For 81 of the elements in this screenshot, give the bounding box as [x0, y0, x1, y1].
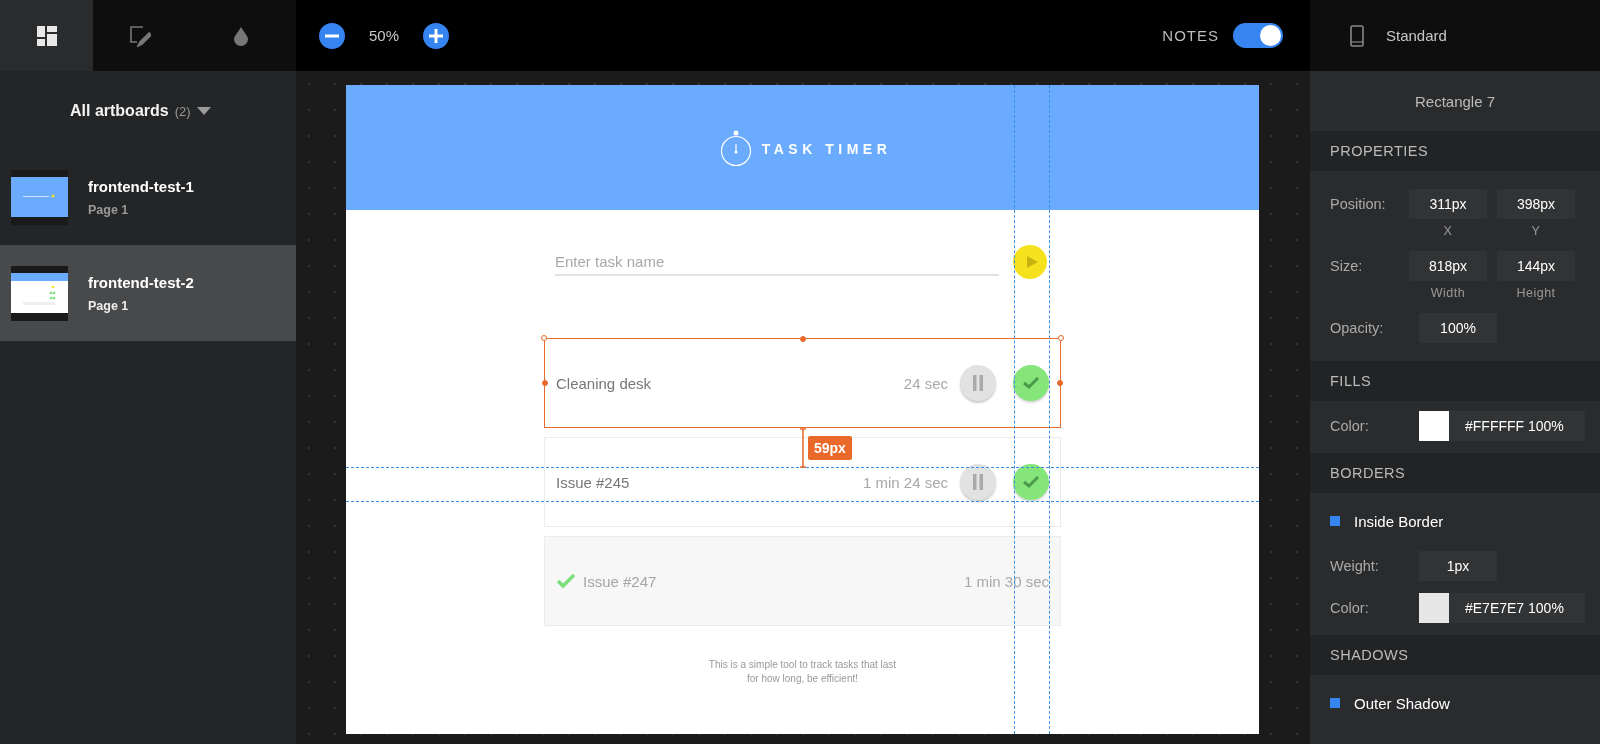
- artboard-count: (2): [174, 103, 191, 119]
- app-title: TASK TIMER: [761, 139, 892, 157]
- device-label[interactable]: Standard: [1386, 27, 1447, 44]
- plus-icon: [429, 28, 443, 43]
- color-field[interactable]: #FFFFFF 100%: [1419, 411, 1585, 441]
- artboard-thumbnail: [11, 265, 68, 321]
- field-caption: Height: [1516, 286, 1556, 300]
- section-title: BORDERS: [1330, 465, 1406, 481]
- artboards-icon: [36, 25, 57, 46]
- selection-handle[interactable]: [799, 336, 806, 342]
- artboard-thumbnail: [11, 169, 68, 225]
- pause-button[interactable]: [960, 365, 996, 401]
- artboard-name: frontend-test-1: [88, 177, 194, 195]
- selection-handle[interactable]: [541, 335, 547, 341]
- property-label: Opacity:: [1330, 319, 1385, 338]
- property-label: Color:: [1330, 599, 1370, 618]
- artboards-heading: All artboards: [70, 102, 169, 120]
- pause-icon: [972, 375, 984, 391]
- pen-square-icon: [128, 24, 151, 47]
- footer-text: This is a simple tool to track tasks that last for how long, be efficient!: [707, 658, 898, 686]
- task-time: 24 sec: [903, 374, 948, 392]
- color-swatch[interactable]: [1419, 593, 1449, 623]
- artboard-item[interactable]: frontend-test-1 Page 1: [0, 149, 296, 245]
- section-title: FILLS: [1330, 373, 1372, 389]
- complete-button[interactable]: [1013, 365, 1049, 401]
- artboard-page: Page 1: [88, 202, 130, 217]
- field-caption: Y: [1531, 224, 1541, 238]
- checkbox[interactable]: [1330, 698, 1340, 708]
- notes-toggle[interactable]: [1233, 23, 1283, 48]
- task-time: 1 min 24 sec: [862, 473, 948, 491]
- property-label: Weight:: [1330, 557, 1380, 576]
- caret-icon[interactable]: [196, 107, 211, 115]
- selection-handle[interactable]: [1057, 380, 1063, 386]
- section-title: SHADOWS: [1330, 647, 1409, 663]
- complete-button[interactable]: [1013, 464, 1049, 500]
- play-icon: [1024, 255, 1039, 269]
- pause-button[interactable]: [960, 464, 996, 500]
- task-time: 1 min 30 sec: [963, 572, 1049, 590]
- zoom-in-button[interactable]: [423, 22, 449, 49]
- check-icon: [1023, 476, 1039, 488]
- drop-icon: [233, 25, 249, 46]
- color-value: #FFFFFF 100%: [1464, 418, 1564, 434]
- task-name: Issue #247: [583, 572, 658, 590]
- zoom-level: 50%: [368, 27, 400, 44]
- check-icon: [557, 574, 575, 588]
- property-label: Position:: [1330, 195, 1387, 214]
- task-name: Cleaning desk: [556, 374, 653, 392]
- artboard-page: Page 1: [88, 298, 130, 313]
- color-field[interactable]: #E7E7E7 100%: [1419, 593, 1585, 623]
- play-button[interactable]: [1013, 245, 1047, 279]
- pause-icon: [972, 474, 984, 490]
- sidebar-tab[interactable]: [0, 0, 93, 71]
- notes-label: NOTES: [1162, 27, 1219, 44]
- color-swatch[interactable]: [1419, 411, 1449, 441]
- property-label: Size:: [1330, 257, 1364, 276]
- color-value: #E7E7E7 100%: [1464, 600, 1564, 616]
- field-caption: X: [1443, 224, 1453, 238]
- property-field[interactable]: 100%: [1419, 313, 1497, 343]
- artboard-name: frontend-test-2: [88, 273, 194, 291]
- stopwatch-icon: [719, 128, 752, 167]
- property-field[interactable]: 398px: [1497, 189, 1575, 219]
- border-label: Inside Border: [1354, 512, 1444, 530]
- property-field[interactable]: 311px: [1409, 189, 1487, 219]
- property-label: Color:: [1330, 417, 1370, 436]
- section-title: PROPERTIES: [1330, 143, 1429, 159]
- minus-icon: [325, 33, 339, 38]
- selection-handle[interactable]: [1058, 335, 1064, 341]
- measurement-label: 59px: [808, 436, 852, 460]
- checkbox[interactable]: [1330, 516, 1340, 526]
- selection-handle[interactable]: [542, 380, 548, 386]
- check-icon: [1023, 377, 1039, 389]
- zoom-out-button[interactable]: [319, 22, 345, 49]
- property-field[interactable]: 818px: [1409, 251, 1487, 281]
- layer-name: Rectangle 7: [1414, 92, 1496, 110]
- field-caption: Width: [1430, 286, 1466, 300]
- artboard-item[interactable]: frontend-test-2 Page 1: [0, 245, 296, 341]
- property-field[interactable]: 144px: [1497, 251, 1575, 281]
- task-name: Issue #245: [556, 473, 631, 491]
- shadow-label: Outer Shadow: [1354, 694, 1450, 712]
- property-field[interactable]: 1px: [1419, 551, 1497, 581]
- phone-icon[interactable]: [1350, 24, 1364, 47]
